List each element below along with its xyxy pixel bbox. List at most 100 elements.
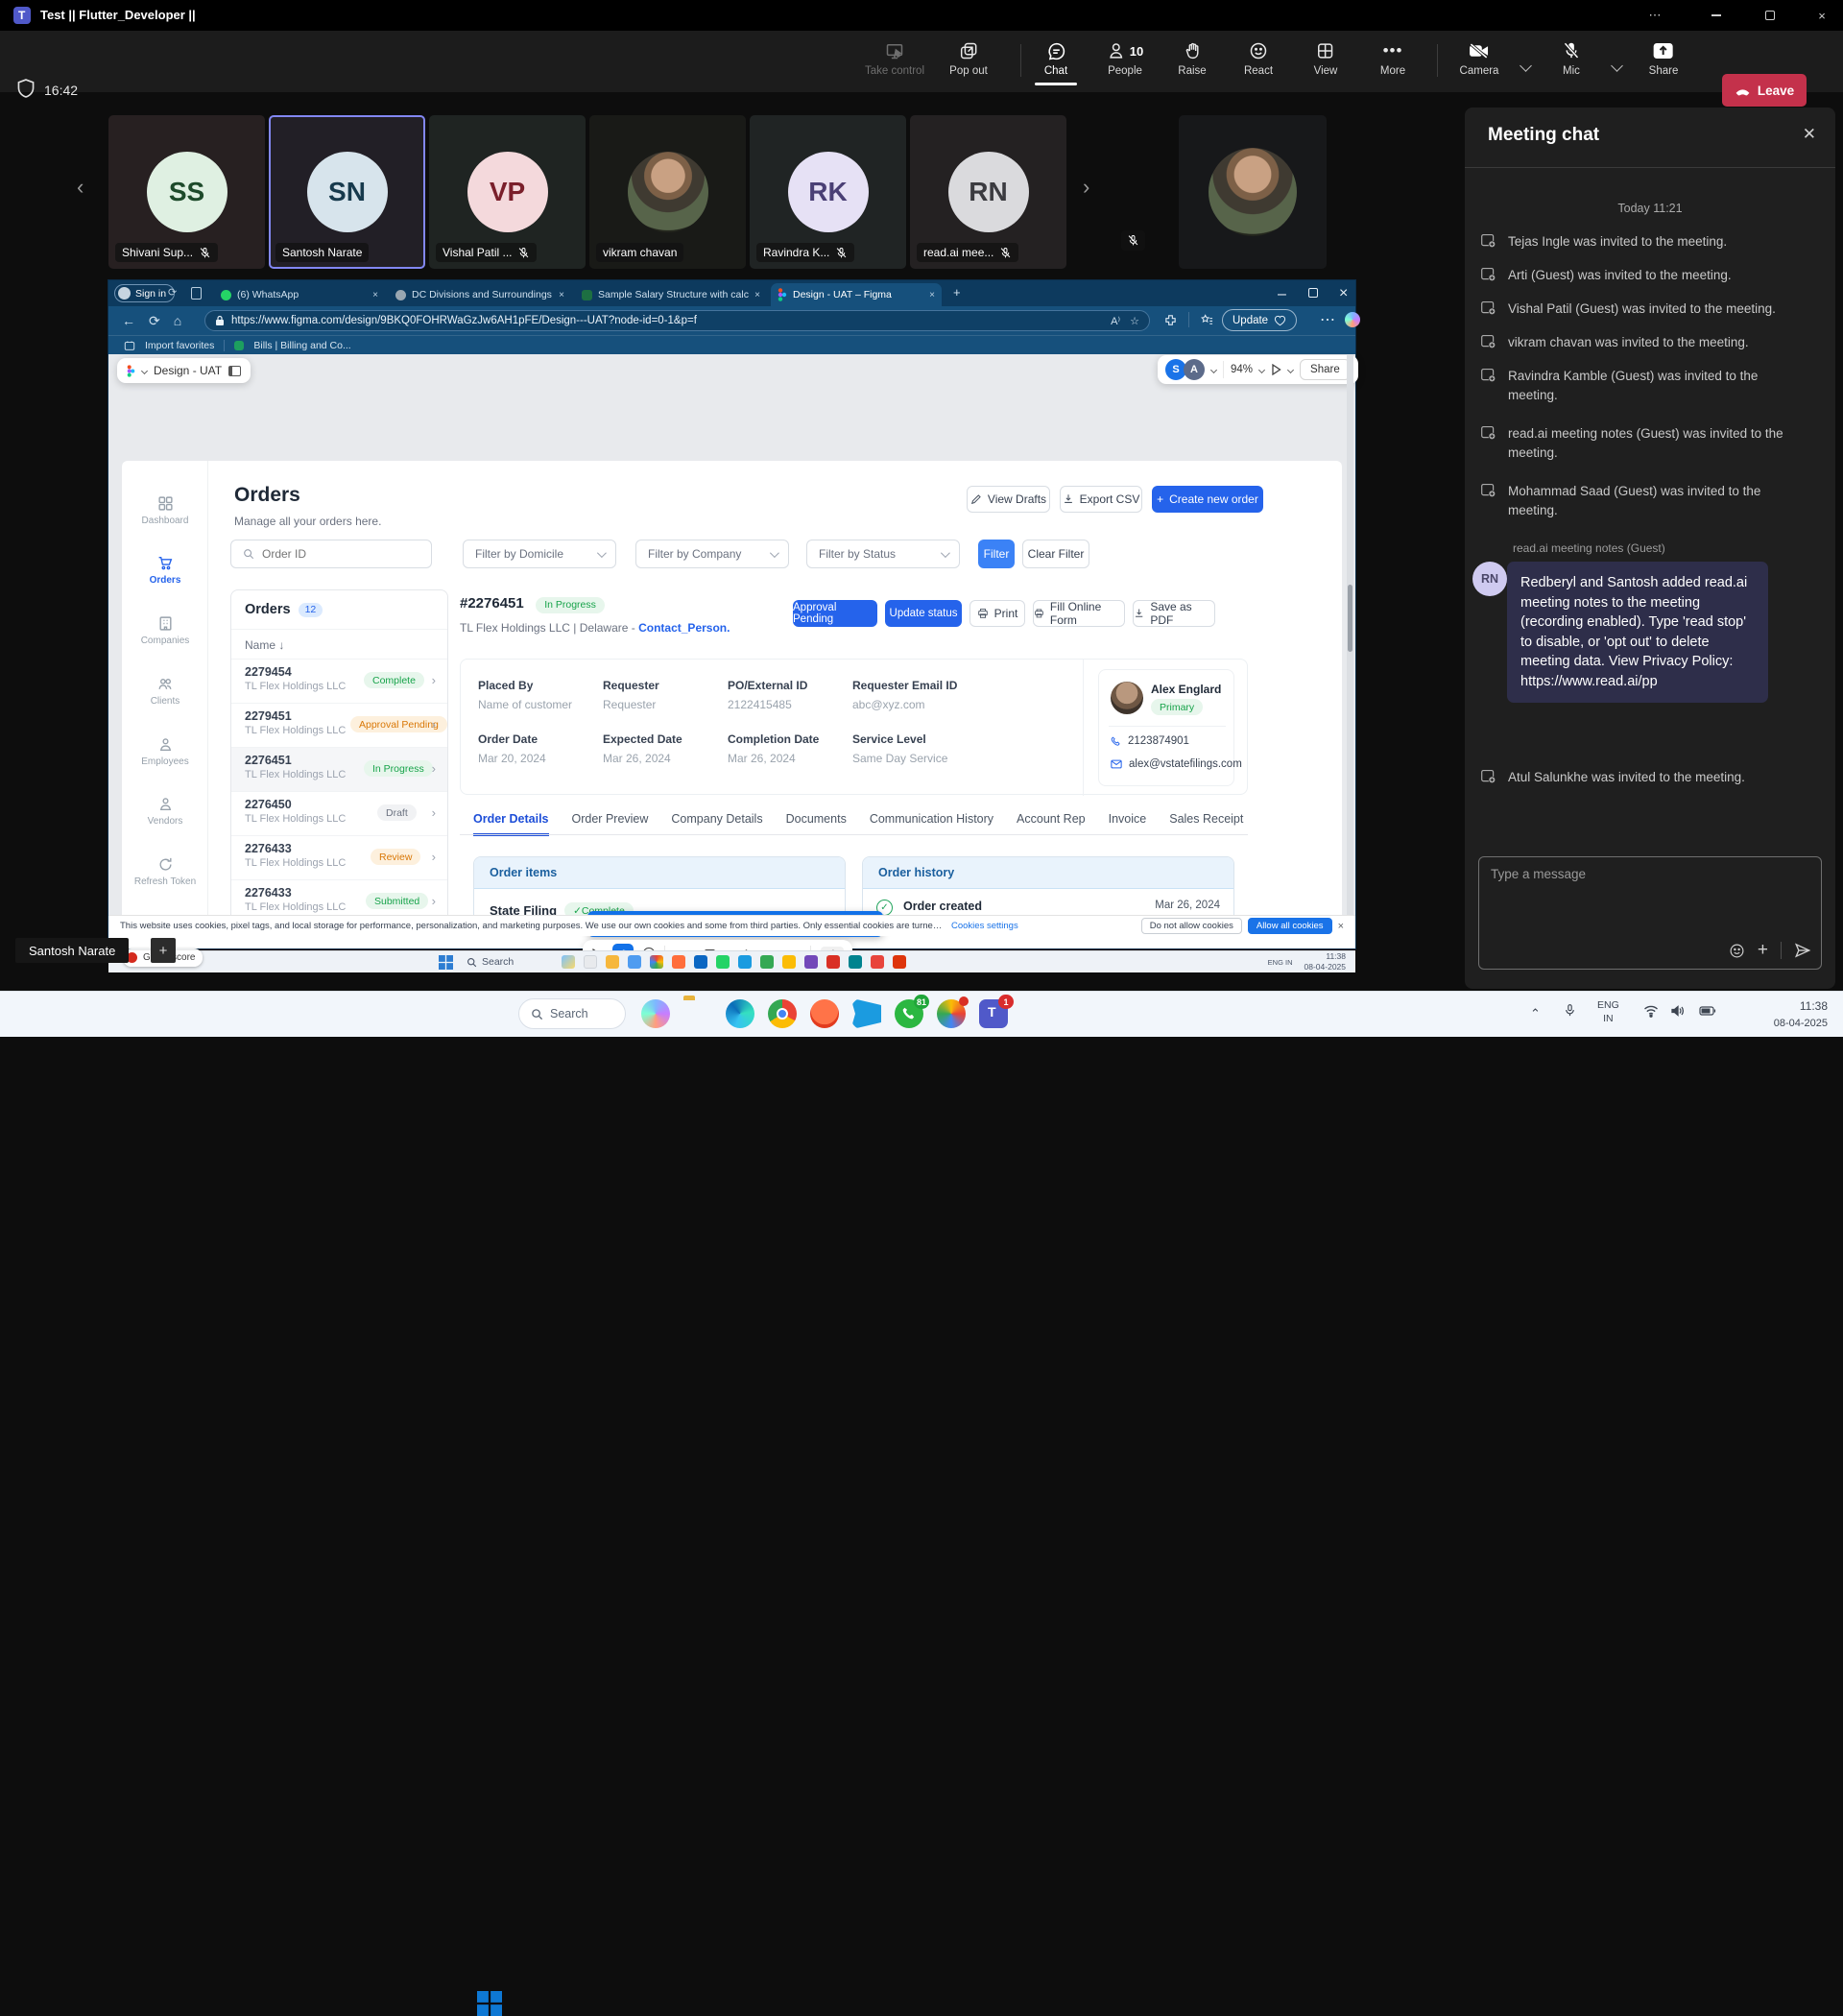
chat-message-input[interactable] (1491, 867, 1779, 881)
view-drafts-button[interactable]: View Drafts (967, 486, 1050, 513)
tab-order-preview[interactable]: Order Preview (572, 812, 649, 826)
sidebar-item-orders[interactable]: Orders (122, 555, 208, 586)
sidebar-item-clients[interactable]: Clients (122, 676, 208, 707)
camera-button[interactable]: Camera (1460, 40, 1499, 77)
favorites-list-icon[interactable] (1201, 314, 1213, 326)
tab-close-icon[interactable]: × (754, 290, 760, 300)
figma-share-button[interactable]: Share (1300, 359, 1351, 380)
page-scrollbar[interactable] (1347, 354, 1353, 917)
window-close-button[interactable]: × (1803, 0, 1841, 31)
participant-tile[interactable]: vikram chavan (589, 115, 746, 269)
chrome-icon[interactable] (768, 999, 797, 1028)
tab-account-rep[interactable]: Account Rep (1017, 812, 1086, 826)
sidebar-item-dashboard[interactable]: Dashboard (122, 495, 208, 526)
tab-close-icon[interactable]: × (559, 290, 564, 300)
leave-button[interactable]: Leave (1722, 74, 1807, 107)
order-row[interactable]: 2276433TL Flex Holdings LLCReview› (231, 835, 447, 879)
attach-plus-icon[interactable]: + (1758, 940, 1768, 961)
copilot-icon[interactable] (1345, 312, 1360, 327)
present-icon[interactable] (1271, 364, 1281, 375)
people-button[interactable]: 10 People (1107, 40, 1143, 77)
strip-next-chevron[interactable]: › (1083, 175, 1089, 200)
new-tab-button[interactable]: + (953, 285, 961, 300)
filter-status-dropdown[interactable]: Filter by Status (806, 540, 960, 568)
edge-icon[interactable] (726, 999, 754, 1028)
export-csv-button[interactable]: Export CSV (1060, 486, 1142, 513)
chat-input-box[interactable]: + (1478, 856, 1822, 970)
create-order-button[interactable]: +Create new order (1152, 486, 1263, 513)
start-button[interactable] (477, 1991, 502, 2016)
share-button[interactable]: Share (1649, 40, 1679, 77)
language-indicator[interactable]: ENGIN (1597, 999, 1619, 1025)
browser-tab[interactable]: Sample Salary Structure with calc× (575, 283, 767, 306)
participant-video-tile[interactable] (1179, 115, 1327, 269)
order-row[interactable]: 2276450TL Flex Holdings LLCDraft› (231, 791, 447, 835)
shared-search[interactable]: Search (467, 956, 514, 968)
battery-icon[interactable] (1699, 1005, 1716, 1017)
scrollbar-thumb[interactable] (1348, 585, 1352, 652)
tab-close-icon[interactable]: × (929, 290, 935, 300)
window-more-icon[interactable]: ⋯ (1636, 0, 1674, 31)
strip-prev-chevron[interactable]: ‹ (77, 175, 84, 200)
contact-phone[interactable]: 2123874901 (1128, 735, 1189, 747)
participant-tile[interactable]: SS Shivani Sup... (108, 115, 265, 269)
update-status-button[interactable]: Update status (885, 600, 962, 627)
emoji-icon[interactable] (1729, 943, 1745, 959)
tab-invoice[interactable]: Invoice (1109, 812, 1147, 826)
shared-language[interactable]: ENG IN (1268, 958, 1293, 967)
wifi-icon[interactable] (1643, 1004, 1659, 1018)
react-button[interactable]: React (1244, 40, 1273, 77)
browser-beta-icon[interactable] (937, 999, 966, 1028)
tab-order-details[interactable]: Order Details (473, 812, 549, 836)
sidebar-item-companies[interactable]: Companies (122, 615, 208, 646)
volume-icon[interactable] (1670, 1004, 1686, 1018)
raise-hand-button[interactable]: Raise (1178, 40, 1206, 77)
order-id-search[interactable] (230, 540, 432, 568)
pin-presenter-button[interactable]: + (151, 938, 176, 963)
participant-tile[interactable]: RK Ravindra K... (750, 115, 906, 269)
clear-filter-button[interactable]: Clear Filter (1022, 540, 1089, 568)
tab-communication-history[interactable]: Communication History (870, 812, 993, 826)
print-button[interactable]: Print (969, 600, 1025, 627)
mic-options-chevron[interactable] (1611, 60, 1623, 72)
participant-tile[interactable]: RN read.ai mee... (910, 115, 1066, 269)
window-maximize-button[interactable] (1751, 0, 1789, 31)
browser-maximize-icon[interactable] (1308, 288, 1318, 298)
window-minimize-button[interactable] (1697, 0, 1735, 31)
deny-cookies-button[interactable]: Do not allow cookies (1141, 918, 1242, 934)
contact-person-link[interactable]: Contact_Person. (638, 621, 730, 635)
order-row-selected[interactable]: 2276451TL Flex Holdings LLCIn Progress› (231, 747, 447, 791)
browser-minimize-icon[interactable]: – (1278, 286, 1286, 303)
tab-actions-icon[interactable]: ⟳ (168, 286, 177, 299)
save-as-pdf-button[interactable]: Save as PDF (1133, 600, 1215, 627)
import-favorites[interactable]: Import favorites (145, 340, 214, 351)
collaborator-avatar[interactable]: A (1184, 359, 1205, 380)
pop-out-button[interactable]: Pop out (949, 40, 988, 77)
mic-button[interactable]: Mic (1563, 40, 1581, 77)
fill-online-form-button[interactable]: Fill Online Form (1033, 600, 1125, 627)
contact-email[interactable]: alex@vstatefilings.com (1129, 758, 1242, 770)
filter-company-dropdown[interactable]: Filter by Company (635, 540, 789, 568)
extensions-icon[interactable] (1164, 314, 1177, 326)
sidebar-item-employees[interactable]: Employees (122, 736, 208, 767)
start-icon[interactable] (439, 955, 453, 970)
copilot-icon[interactable] (641, 999, 670, 1028)
sidebar-item-vendors[interactable]: Vendors (122, 796, 208, 827)
order-row[interactable]: 2279451TL Flex Holdings LLCApproval Pend… (231, 703, 447, 747)
order-row[interactable]: 2276433TL Flex Holdings LLCSubmitted› (231, 879, 447, 917)
figma-file-pill[interactable]: Design - UAT (117, 358, 251, 383)
browser-update-button[interactable]: Update (1222, 309, 1297, 331)
tab-close-icon[interactable]: × (372, 290, 378, 300)
layers-panel-icon[interactable] (228, 366, 241, 376)
teams-icon[interactable]: T1 (979, 999, 1008, 1028)
chat-button[interactable]: Chat (1035, 40, 1077, 85)
more-button[interactable]: ••• More (1380, 40, 1405, 77)
zoom-level[interactable]: 94% (1231, 364, 1253, 375)
list-sort-header[interactable]: Name ↓ (231, 629, 447, 660)
back-icon[interactable]: ← (122, 313, 135, 328)
approval-pending-button[interactable]: Approval Pending (793, 600, 877, 627)
browser-profile-button[interactable]: Sign in (114, 284, 175, 302)
view-button[interactable]: View (1314, 40, 1338, 77)
browser-tab[interactable]: DC Divisions and Surroundings× (389, 283, 571, 306)
cookie-settings-link[interactable]: Cookies settings (951, 921, 1018, 931)
